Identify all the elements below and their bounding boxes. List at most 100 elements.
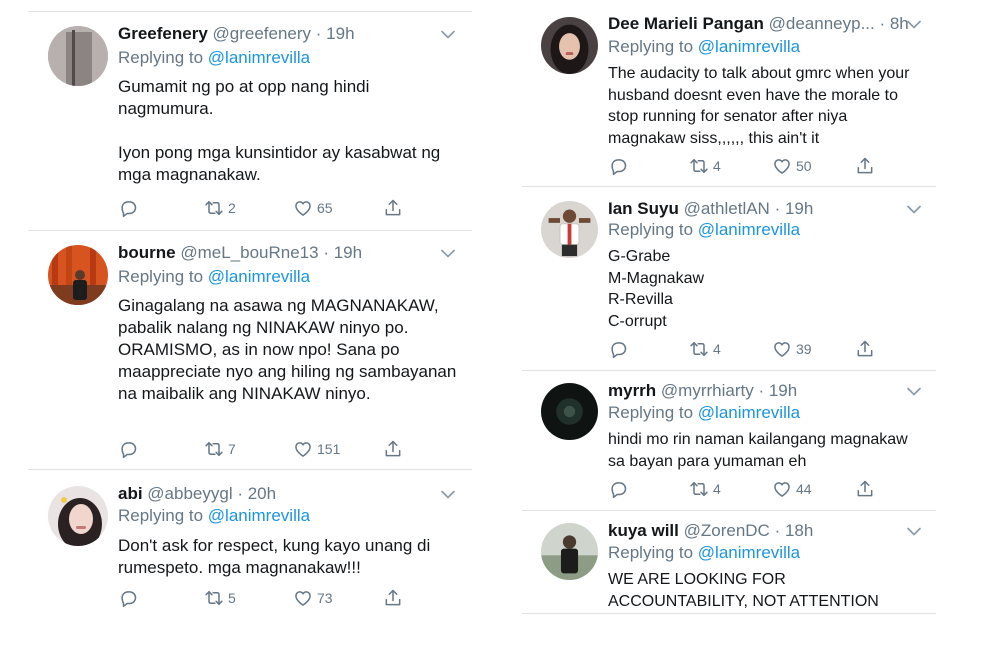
heart-icon	[293, 588, 313, 608]
share-button[interactable]	[855, 479, 875, 499]
chevron-down-icon[interactable]	[441, 490, 455, 499]
avatar[interactable]	[541, 523, 598, 580]
mention-link[interactable]: @lanimrevilla	[698, 37, 800, 56]
chevron-down-icon[interactable]	[441, 249, 455, 258]
display-name[interactable]: Greefenery	[118, 24, 208, 43]
like-button[interactable]: 65	[293, 198, 333, 218]
tweet-kuya-will[interactable]: kuya will @ZorenDC · 18h Replying to @la…	[522, 511, 936, 613]
mention-link[interactable]: @lanimrevilla	[698, 543, 800, 562]
mention-link[interactable]: @lanimrevilla	[208, 506, 310, 525]
avatar[interactable]	[48, 245, 108, 305]
user-handle[interactable]: @meL_bouRne13	[180, 243, 318, 262]
like-count: 39	[796, 341, 812, 357]
timestamp[interactable]: · 19h	[775, 199, 814, 218]
timestamp[interactable]: · 20h	[237, 484, 276, 503]
like-button[interactable]: 73	[293, 588, 333, 608]
replying-to: Replying to @lanimrevilla	[608, 543, 800, 563]
display-name[interactable]: Dee Marieli Pangan	[608, 14, 764, 33]
chevron-down-icon[interactable]	[907, 527, 921, 536]
chevron-down-icon[interactable]	[441, 30, 455, 39]
replying-to-label: Replying to	[608, 37, 694, 56]
reply-button[interactable]	[608, 479, 628, 499]
retweet-button[interactable]: 4	[689, 479, 721, 499]
reply-icon	[118, 439, 138, 459]
reply-icon	[608, 479, 628, 499]
chevron-down-icon[interactable]	[907, 20, 921, 29]
reply-icon	[608, 339, 628, 359]
tweet-text: The audacity to talk about gmrc when you…	[608, 65, 910, 147]
chevron-down-icon[interactable]	[907, 387, 921, 396]
replying-to-label: Replying to	[608, 403, 694, 422]
share-button[interactable]	[383, 588, 403, 608]
reply-button[interactable]	[118, 588, 138, 608]
user-handle[interactable]: @deanneyp...	[769, 14, 875, 33]
user-handle[interactable]: @greefenery	[213, 24, 312, 43]
user-handle[interactable]: @abbeyygl	[147, 484, 232, 503]
reply-icon	[118, 198, 138, 218]
avatar[interactable]	[541, 201, 598, 258]
reply-button[interactable]	[608, 156, 628, 176]
like-button[interactable]: 151	[293, 439, 340, 459]
retweet-count: 4	[713, 158, 721, 174]
reply-button[interactable]	[118, 198, 138, 218]
timestamp[interactable]: · 19h	[316, 24, 355, 43]
user-handle[interactable]: @athletlAN	[684, 199, 770, 218]
retweet-button[interactable]: 7	[204, 439, 236, 459]
reply-button[interactable]	[608, 339, 628, 359]
tweet-dee-marieli-pangan[interactable]: Dee Marieli Pangan @deanneyp... · 8h Rep…	[522, 0, 936, 186]
retweet-icon	[204, 198, 224, 218]
retweet-button[interactable]: 4	[689, 339, 721, 359]
replying-to: Replying to @lanimrevilla	[118, 506, 310, 526]
share-icon	[383, 588, 403, 608]
tweet-text: Don't ask for respect, kung kayo unang d…	[118, 536, 431, 577]
tweet-text: G-Grabe M-Magnakaw R-Revilla C-orrupt	[608, 248, 705, 330]
replying-to: Replying to @lanimrevilla	[608, 220, 800, 240]
replying-to: Replying to @lanimrevilla	[608, 37, 800, 57]
tweet-text: WE ARE LOOKING FOR ACCOUNTABILITY, NOT A…	[608, 571, 879, 610]
user-handle[interactable]: @ZorenDC	[684, 521, 770, 540]
user-handle[interactable]: @myrrhiarty	[661, 381, 754, 400]
timestamp[interactable]: · 18h	[775, 521, 814, 540]
display-name[interactable]: myrrh	[608, 381, 656, 400]
share-button[interactable]	[383, 198, 403, 218]
timestamp[interactable]: · 19h	[758, 381, 797, 400]
display-name[interactable]: kuya will	[608, 521, 679, 540]
tweet-bourne[interactable]: bourne @meL_bouRne13 · 19h Replying to @…	[28, 231, 472, 469]
retweet-button[interactable]: 4	[689, 156, 721, 176]
mention-link[interactable]: @lanimrevilla	[208, 48, 310, 67]
mention-link[interactable]: @lanimrevilla	[698, 403, 800, 422]
timestamp[interactable]: · 19h	[323, 243, 362, 262]
like-count: 151	[317, 441, 341, 457]
tweet-greefenery[interactable]: Greefenery @greefenery · 19h Replying to…	[28, 12, 472, 232]
share-button[interactable]	[383, 439, 403, 459]
heart-icon	[772, 156, 792, 176]
retweet-count: 7	[228, 441, 236, 457]
like-count: 44	[796, 481, 812, 497]
mention-link[interactable]: @lanimrevilla	[208, 267, 310, 286]
share-button[interactable]	[855, 156, 875, 176]
display-name[interactable]: bourne	[118, 243, 176, 262]
avatar[interactable]	[48, 486, 108, 546]
avatar[interactable]	[541, 17, 598, 74]
share-icon	[855, 479, 875, 499]
display-name[interactable]: abi	[118, 484, 143, 503]
avatar[interactable]	[48, 26, 108, 86]
retweet-button[interactable]: 2	[204, 198, 236, 218]
tweet-myrrh[interactable]: myrrh @myrrhiarty · 19h Replying to @lan…	[522, 371, 936, 510]
mention-link[interactable]: @lanimrevilla	[698, 220, 800, 239]
chevron-down-icon[interactable]	[907, 205, 921, 214]
display-name[interactable]: Ian Suyu	[608, 199, 679, 218]
like-button[interactable]: 44	[772, 479, 812, 499]
tweet-ian-suyu[interactable]: Ian Suyu @athletlAN · 19h Replying to @l…	[522, 187, 936, 370]
share-icon	[383, 439, 403, 459]
tweet-abi[interactable]: abi @abbeyygl · 20h Replying to @lanimre…	[28, 470, 472, 630]
avatar[interactable]	[541, 383, 598, 440]
like-button[interactable]: 50	[772, 156, 812, 176]
share-button[interactable]	[855, 339, 875, 359]
retweet-button[interactable]: 5	[204, 588, 236, 608]
replying-to-label: Replying to	[118, 506, 204, 525]
timestamp[interactable]: · 8h	[879, 14, 908, 33]
like-button[interactable]: 39	[772, 339, 812, 359]
reply-button[interactable]	[118, 439, 138, 459]
retweet-count: 4	[713, 481, 721, 497]
